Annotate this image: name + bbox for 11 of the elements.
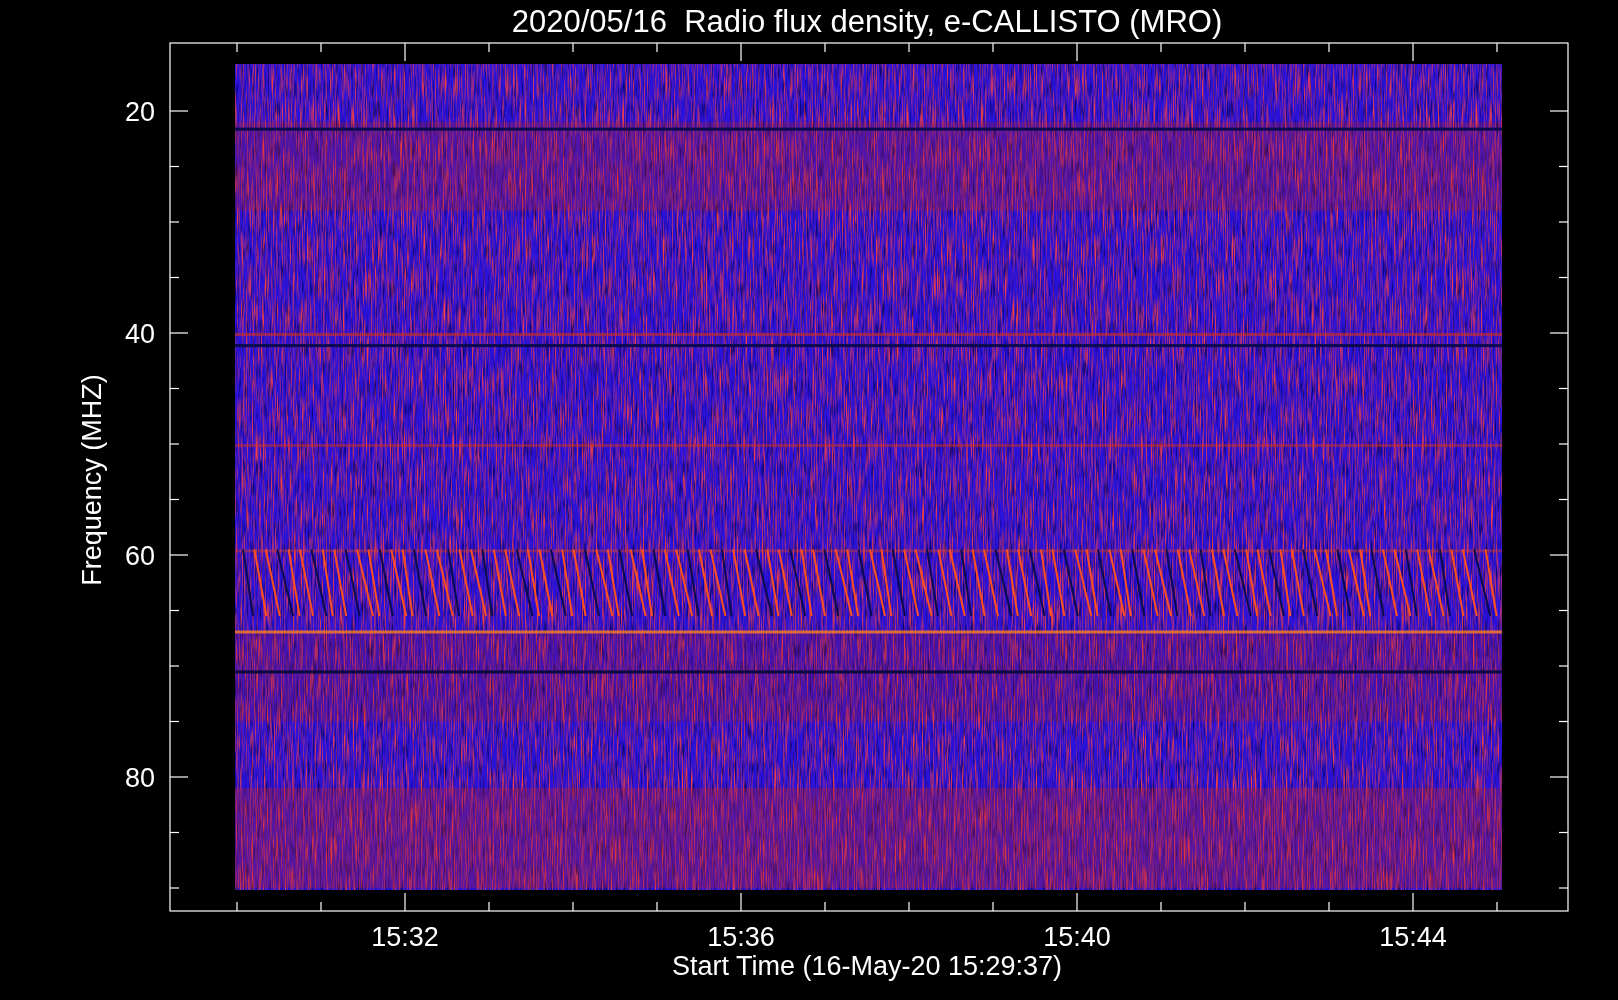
tick-label: 15:36 (707, 922, 775, 952)
tick-label: 40 (124, 319, 155, 349)
tick-label: 15:44 (1379, 922, 1447, 952)
axis-label: Start Time (16-May-20 15:29:37) (671, 951, 1063, 981)
tick-label: 60 (124, 541, 155, 571)
axis-label: Frequency (MHZ) (77, 374, 107, 586)
tick-label: 15:40 (1043, 922, 1111, 952)
plot-title: 2020/05/16 Radio flux density, e-CALLISTO (MRO) (511, 4, 1223, 39)
tick-label: 80 (124, 763, 155, 793)
tick-label: 15:32 (371, 922, 439, 952)
tick-label: 20 (124, 97, 155, 127)
